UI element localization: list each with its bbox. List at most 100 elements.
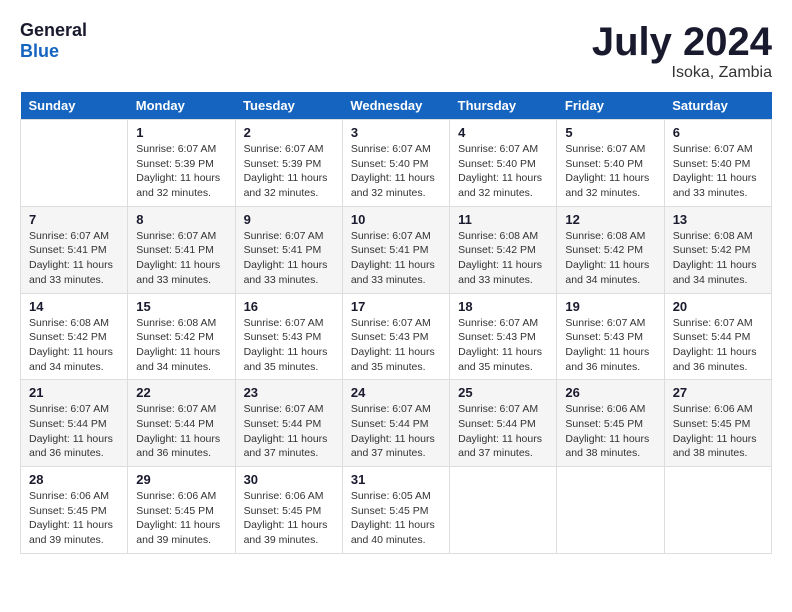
calendar-cell: 6Sunrise: 6:07 AMSunset: 5:40 PMDaylight… [664, 120, 771, 207]
day-number: 23 [244, 385, 334, 400]
calendar-table: SundayMondayTuesdayWednesdayThursdayFrid… [20, 92, 772, 554]
calendar-cell: 1 Sunrise: 6:07 AMSunset: 5:39 PMDaylight… [128, 120, 235, 207]
calendar-cell: 18 Sunrise: 6:07 AMSunset: 5:43 PMDayligh… [450, 293, 557, 380]
week-row-4: 21 Sunrise: 6:07 AMSunset: 5:44 PMDayligh… [21, 380, 772, 467]
day-info: Sunrise: 6:08 AMSunset: 5:42 PMDaylight:… [136, 316, 226, 375]
day-info: Sunrise: 6:07 AMSunset: 5:41 PMDaylight:… [136, 229, 226, 288]
calendar-cell: 17 Sunrise: 6:07 AMSunset: 5:43 PMDayligh… [342, 293, 449, 380]
calendar-cell: 4Sunrise: 6:07 AMSunset: 5:40 PMDaylight… [450, 120, 557, 207]
day-info: Sunrise: 6:06 AMSunset: 5:45 PMDaylight:… [673, 402, 763, 461]
calendar-cell: 16Sunrise: 6:07 AMSunset: 5:43 PMDayligh… [235, 293, 342, 380]
day-number: 4 [458, 125, 548, 140]
day-number: 10 [351, 212, 441, 227]
logo-blue: Blue [20, 41, 59, 61]
calendar-cell: 30Sunrise: 6:06 AMSunset: 5:45 PMDayligh… [235, 467, 342, 554]
calendar-cell: 11 Sunrise: 6:08 AMSunset: 5:42 PMDayligh… [450, 206, 557, 293]
logo-general: General [20, 20, 87, 40]
day-number: 15 [136, 299, 226, 314]
subtitle: Isoka, Zambia [592, 64, 772, 82]
day-number: 2 [244, 125, 334, 140]
day-number: 26 [565, 385, 655, 400]
day-info: Sunrise: 6:05 AMSunset: 5:45 PMDaylight:… [351, 489, 441, 548]
calendar-cell: 25 Sunrise: 6:07 AMSunset: 5:44 PMDayligh… [450, 380, 557, 467]
calendar-cell: 15 Sunrise: 6:08 AMSunset: 5:42 PMDayligh… [128, 293, 235, 380]
page-header: General Blue July 2024 Isoka, Zambia [20, 20, 772, 82]
header-cell-friday: Friday [557, 92, 664, 120]
calendar-cell: 21 Sunrise: 6:07 AMSunset: 5:44 PMDayligh… [21, 380, 128, 467]
calendar-cell [450, 467, 557, 554]
day-info: Sunrise: 6:07 AMSunset: 5:44 PMDaylight:… [29, 402, 119, 461]
day-number: 25 [458, 385, 548, 400]
calendar-cell: 12 Sunrise: 6:08 AMSunset: 5:42 PMDayligh… [557, 206, 664, 293]
day-number: 29 [136, 472, 226, 487]
day-number: 17 [351, 299, 441, 314]
calendar-cell: 23 Sunrise: 6:07 AMSunset: 5:44 PMDayligh… [235, 380, 342, 467]
day-number: 20 [673, 299, 763, 314]
day-info: Sunrise: 6:06 AMSunset: 5:45 PMDaylight:… [136, 489, 226, 548]
calendar-cell: 28Sunrise: 6:06 AMSunset: 5:45 PMDayligh… [21, 467, 128, 554]
day-number: 12 [565, 212, 655, 227]
day-info: Sunrise: 6:08 AMSunset: 5:42 PMDaylight:… [673, 229, 763, 288]
calendar-cell: 20 Sunrise: 6:07 AMSunset: 5:44 PMDayligh… [664, 293, 771, 380]
day-number: 31 [351, 472, 441, 487]
day-info: Sunrise: 6:07 AMSunset: 5:44 PMDaylight:… [458, 402, 548, 461]
day-info: Sunrise: 6:07 AMSunset: 5:44 PMDaylight:… [244, 402, 334, 461]
day-number: 9 [244, 212, 334, 227]
calendar-cell: 9 Sunrise: 6:07 AMSunset: 5:41 PMDaylight… [235, 206, 342, 293]
calendar-cell: 22 Sunrise: 6:07 AMSunset: 5:44 PMDayligh… [128, 380, 235, 467]
calendar-cell: 8Sunrise: 6:07 AMSunset: 5:41 PMDaylight… [128, 206, 235, 293]
day-info: Sunrise: 6:07 AMSunset: 5:41 PMDaylight:… [244, 229, 334, 288]
day-info: Sunrise: 6:07 AMSunset: 5:40 PMDaylight:… [673, 142, 763, 201]
day-number: 28 [29, 472, 119, 487]
day-info: Sunrise: 6:08 AMSunset: 5:42 PMDaylight:… [29, 316, 119, 375]
day-number: 18 [458, 299, 548, 314]
day-number: 3 [351, 125, 441, 140]
day-info: Sunrise: 6:06 AMSunset: 5:45 PMDaylight:… [244, 489, 334, 548]
calendar-cell: 19 Sunrise: 6:07 AMSunset: 5:43 PMDayligh… [557, 293, 664, 380]
day-info: Sunrise: 6:07 AMSunset: 5:43 PMDaylight:… [351, 316, 441, 375]
calendar-cell: 3 Sunrise: 6:07 AMSunset: 5:40 PMDaylight… [342, 120, 449, 207]
day-number: 19 [565, 299, 655, 314]
day-info: Sunrise: 6:07 AMSunset: 5:40 PMDaylight:… [565, 142, 655, 201]
calendar-cell [21, 120, 128, 207]
calendar-cell [557, 467, 664, 554]
day-info: Sunrise: 6:07 AMSunset: 5:43 PMDaylight:… [458, 316, 548, 375]
day-number: 22 [136, 385, 226, 400]
calendar-cell: 27 Sunrise: 6:06 AMSunset: 5:45 PMDayligh… [664, 380, 771, 467]
header-cell-saturday: Saturday [664, 92, 771, 120]
calendar-cell: 31 Sunrise: 6:05 AMSunset: 5:45 PMDayligh… [342, 467, 449, 554]
day-info: Sunrise: 6:08 AMSunset: 5:42 PMDaylight:… [458, 229, 548, 288]
day-info: Sunrise: 6:07 AMSunset: 5:44 PMDaylight:… [673, 316, 763, 375]
day-number: 11 [458, 212, 548, 227]
calendar-cell: 2 Sunrise: 6:07 AMSunset: 5:39 PMDaylight… [235, 120, 342, 207]
week-row-1: 1 Sunrise: 6:07 AMSunset: 5:39 PMDaylight… [21, 120, 772, 207]
calendar-cell: 24Sunrise: 6:07 AMSunset: 5:44 PMDayligh… [342, 380, 449, 467]
day-number: 27 [673, 385, 763, 400]
day-info: Sunrise: 6:06 AMSunset: 5:45 PMDaylight:… [565, 402, 655, 461]
calendar-cell: 26 Sunrise: 6:06 AMSunset: 5:45 PMDayligh… [557, 380, 664, 467]
week-row-2: 7 Sunrise: 6:07 AMSunset: 5:41 PMDaylight… [21, 206, 772, 293]
day-info: Sunrise: 6:08 AMSunset: 5:42 PMDaylight:… [565, 229, 655, 288]
day-number: 16 [244, 299, 334, 314]
day-info: Sunrise: 6:07 AMSunset: 5:39 PMDaylight:… [244, 142, 334, 201]
day-info: Sunrise: 6:07 AMSunset: 5:44 PMDaylight:… [136, 402, 226, 461]
day-number: 7 [29, 212, 119, 227]
title-block: July 2024 Isoka, Zambia [592, 20, 772, 82]
day-number: 21 [29, 385, 119, 400]
day-number: 1 [136, 125, 226, 140]
day-info: Sunrise: 6:07 AMSunset: 5:40 PMDaylight:… [351, 142, 441, 201]
calendar-cell: 13 Sunrise: 6:08 AMSunset: 5:42 PMDayligh… [664, 206, 771, 293]
calendar-cell [664, 467, 771, 554]
day-info: Sunrise: 6:07 AMSunset: 5:43 PMDaylight:… [565, 316, 655, 375]
day-number: 13 [673, 212, 763, 227]
header-cell-thursday: Thursday [450, 92, 557, 120]
header-cell-tuesday: Tuesday [235, 92, 342, 120]
day-number: 14 [29, 299, 119, 314]
main-title: July 2024 [592, 20, 772, 64]
header-cell-wednesday: Wednesday [342, 92, 449, 120]
header-row: SundayMondayTuesdayWednesdayThursdayFrid… [21, 92, 772, 120]
day-info: Sunrise: 6:07 AMSunset: 5:41 PMDaylight:… [29, 229, 119, 288]
day-number: 5 [565, 125, 655, 140]
calendar-cell: 29 Sunrise: 6:06 AMSunset: 5:45 PMDayligh… [128, 467, 235, 554]
day-info: Sunrise: 6:07 AMSunset: 5:39 PMDaylight:… [136, 142, 226, 201]
